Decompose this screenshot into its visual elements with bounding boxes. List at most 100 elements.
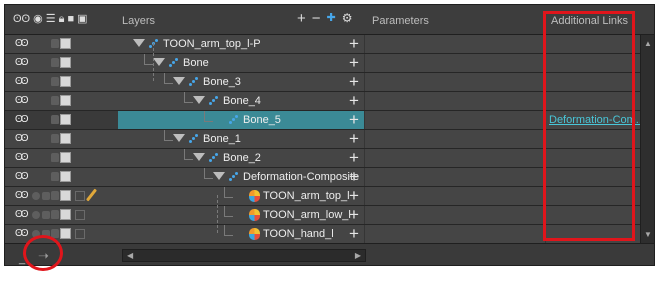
layer-row[interactable]: ʘʘ Bone_1 + (5, 130, 654, 149)
additional-link[interactable]: Deformation-Com... (549, 114, 645, 126)
visibility-icon[interactable]: ☰ (46, 14, 56, 25)
eye-icon[interactable]: ʘʘ (15, 133, 28, 144)
expand-arrow-icon[interactable] (153, 58, 165, 66)
show-hide-icon[interactable]: ʘʘ (13, 14, 30, 25)
solo-icon[interactable] (32, 230, 40, 238)
color-icon[interactable]: ■ (67, 14, 74, 25)
eye-icon[interactable]: ʘʘ (15, 152, 28, 163)
visibility-icon[interactable] (42, 192, 50, 200)
scene-toggle-icon[interactable] (75, 191, 85, 201)
lock-icon[interactable] (51, 58, 59, 67)
layer-row[interactable]: ʘʘ TOON_arm_top_l-P + (5, 35, 654, 54)
scroll-up-icon[interactable]: ▲ (644, 39, 652, 48)
eye-icon[interactable]: ʘʘ (15, 209, 28, 220)
solo-icon[interactable] (32, 192, 40, 200)
scene-toggle-icon[interactable] (75, 229, 85, 239)
add-parameter-icon[interactable]: + (349, 92, 359, 110)
delete-layer-icon[interactable]: − (312, 11, 321, 26)
layer-cell[interactable]: Bone_2 + (118, 149, 364, 167)
lock-icon[interactable] (51, 153, 59, 162)
parameters-cell[interactable] (365, 35, 545, 53)
scroll-left-icon[interactable]: ◀ (127, 250, 133, 261)
layer-color-swatch[interactable] (60, 38, 71, 49)
additional-links-cell[interactable] (546, 130, 640, 148)
eye-icon[interactable]: ʘʘ (15, 228, 28, 239)
additional-links-cell[interactable] (546, 92, 640, 110)
additional-links-cell[interactable] (546, 149, 640, 167)
parameters-cell[interactable] (365, 225, 545, 243)
lock-icon[interactable] (51, 39, 59, 48)
additional-links-cell[interactable] (546, 168, 640, 186)
layer-color-swatch[interactable] (60, 171, 71, 182)
add-peg-icon[interactable]: ✚ (327, 11, 336, 26)
expand-arrow-icon[interactable] (193, 96, 205, 104)
layer-color-swatch[interactable] (60, 228, 71, 239)
add-parameter-icon[interactable]: + (349, 149, 359, 167)
layer-color-swatch[interactable] (60, 133, 71, 144)
parameters-cell[interactable] (365, 54, 545, 72)
lock-icon[interactable] (51, 134, 59, 143)
collapse-icon[interactable]: _ (19, 253, 25, 265)
parameters-cell[interactable] (365, 111, 545, 129)
layer-color-swatch[interactable] (60, 209, 71, 220)
eye-icon[interactable]: ʘʘ (15, 76, 28, 87)
eye-icon[interactable]: ʘʘ (15, 190, 28, 201)
layer-cell[interactable]: Bone_1 + (118, 130, 364, 148)
layer-cell[interactable]: Bone_4 + (118, 92, 364, 110)
parameters-cell[interactable] (365, 149, 545, 167)
add-parameter-icon[interactable]: + (349, 130, 359, 148)
layer-row[interactable]: ʘʘ Bone_5 + Deformation-Com... (5, 111, 654, 130)
expand-arrow-icon[interactable] (213, 172, 225, 180)
add-layer-icon[interactable]: + (297, 11, 306, 26)
expand-arrow-icon[interactable] (173, 134, 185, 142)
layer-row[interactable]: ʘʘ Deformation-Composite + (5, 168, 654, 187)
additional-links-cell[interactable] (546, 73, 640, 91)
layer-color-swatch[interactable] (60, 57, 71, 68)
lock-icon[interactable] (51, 229, 59, 238)
additional-links-cell[interactable] (546, 225, 640, 243)
lock-icon[interactable] (51, 96, 59, 105)
horizontal-scrollbar[interactable]: ◀ ▶ (122, 249, 366, 262)
additional-links-cell[interactable] (546, 54, 640, 72)
vertical-scrollbar[interactable]: ▲ ▼ (640, 35, 654, 243)
parameters-cell[interactable] (365, 73, 545, 91)
layer-row[interactable]: ʘʘ Bone_3 + (5, 73, 654, 92)
parameters-cell[interactable] (365, 92, 545, 110)
lock-icon[interactable] (51, 77, 59, 86)
expand-arrow-icon[interactable] (173, 77, 185, 85)
visibility-icon[interactable] (42, 230, 50, 238)
add-parameter-icon[interactable]: + (349, 73, 359, 91)
layer-cell[interactable]: TOON_arm_low_l + (118, 206, 364, 224)
eye-icon[interactable]: ʘʘ (15, 114, 28, 125)
layer-cell[interactable]: Bone_3 + (118, 73, 364, 91)
expand-arrow-icon[interactable] (133, 39, 145, 47)
show-links-arrow-icon[interactable]: ➝ (38, 248, 49, 264)
eye-icon[interactable]: ʘʘ (15, 38, 28, 49)
eye-icon[interactable]: ʘʘ (15, 171, 28, 182)
add-parameter-icon[interactable]: + (349, 187, 359, 205)
layer-row[interactable]: ʘʘ TOON_arm_top_l + (5, 187, 654, 206)
parameters-cell[interactable] (365, 130, 545, 148)
additional-links-cell[interactable] (546, 206, 640, 224)
lock-icon[interactable] (51, 172, 59, 181)
add-parameter-icon[interactable]: + (349, 54, 359, 72)
layer-color-swatch[interactable] (60, 114, 71, 125)
layer-cell[interactable]: Bone + (118, 54, 364, 72)
layer-row[interactable]: ʘʘ TOON_hand_l + (5, 225, 654, 244)
layer-cell[interactable]: TOON_arm_top_l + (118, 187, 364, 205)
parameters-cell[interactable] (365, 187, 545, 205)
eye-icon[interactable]: ʘʘ (15, 57, 28, 68)
layer-color-swatch[interactable] (60, 152, 71, 163)
additional-links-cell[interactable] (546, 187, 640, 205)
scroll-right-icon[interactable]: ▶ (355, 250, 361, 261)
add-parameter-icon[interactable]: + (349, 168, 359, 186)
add-parameter-icon[interactable]: + (349, 111, 359, 129)
scene-toggle-icon[interactable]: ▣ (77, 14, 87, 25)
lock-icon[interactable] (51, 115, 59, 124)
eye-icon[interactable]: ʘʘ (15, 95, 28, 106)
visibility-icon[interactable] (42, 211, 50, 219)
layer-row[interactable]: ʘʘ TOON_arm_low_l + (5, 206, 654, 225)
add-parameter-icon[interactable]: + (349, 206, 359, 224)
layer-row[interactable]: ʘʘ Bone_2 + (5, 149, 654, 168)
scene-toggle-icon[interactable] (75, 210, 85, 220)
